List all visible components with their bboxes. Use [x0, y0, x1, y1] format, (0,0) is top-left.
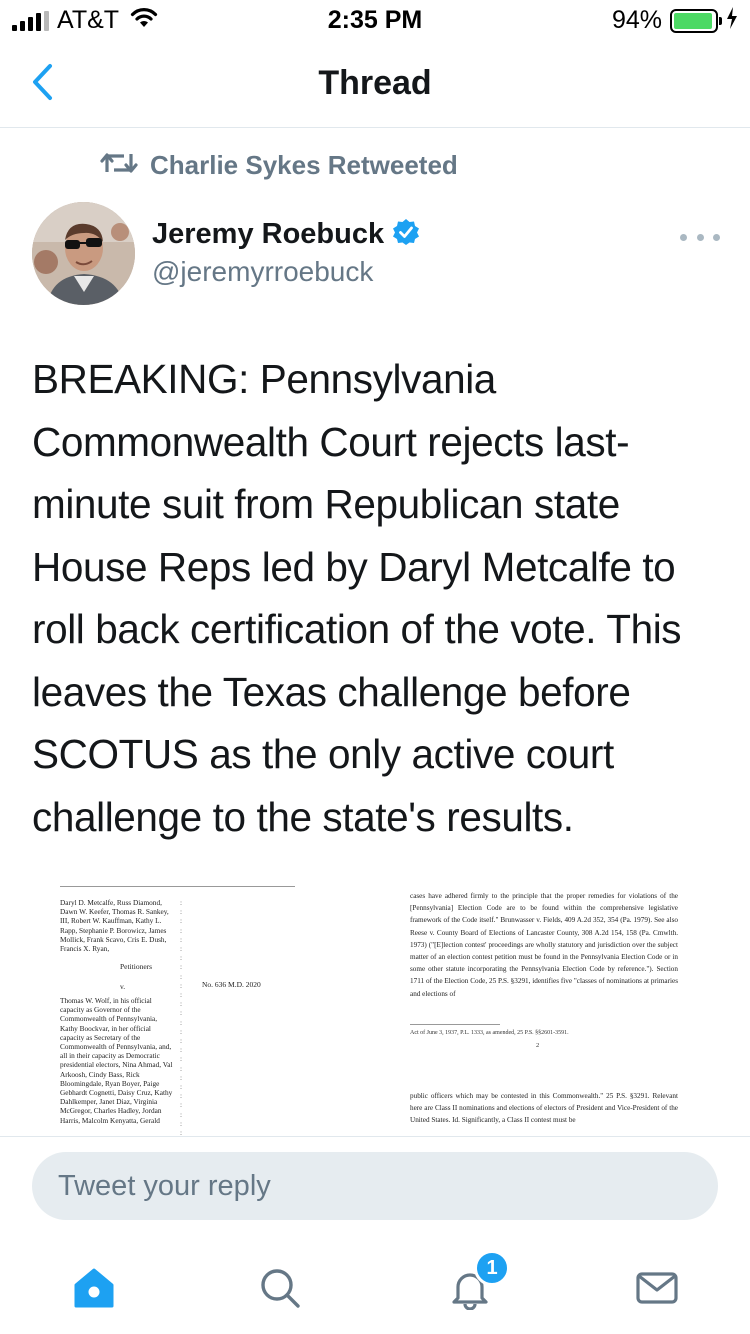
doc-case-number: No. 636 M.D. 2020 [202, 980, 261, 989]
retweet-icon [100, 150, 138, 181]
battery-percent: 94% [611, 6, 662, 34]
avatar[interactable] [32, 202, 135, 305]
status-bar: AT&T 2:35 PM 94% [0, 0, 750, 40]
doc-rule [60, 886, 295, 887]
status-right: 94% [612, 6, 738, 35]
page-title: Thread [318, 64, 432, 102]
notifications-badge: 1 [474, 1250, 510, 1286]
tab-messages[interactable] [627, 1260, 687, 1320]
document-page-right: cases have adhered firmly to the princip… [410, 866, 678, 1136]
charging-icon [726, 7, 738, 34]
dot [696, 233, 704, 241]
doc-versus: v. [120, 982, 126, 991]
retweeted-by-label: Charlie Sykes Retweeted [150, 150, 458, 180]
doc-petitioners: Daryl D. Metcalfe, Russ Diamond, Dawn W.… [60, 898, 169, 954]
doc-footnote: Act of June 3, 1937, P.L. 1333, as amend… [410, 1030, 569, 1036]
retweet-context[interactable]: Charlie Sykes Retweeted [100, 150, 458, 181]
tab-bar [0, 1236, 750, 1334]
tab-home[interactable] [64, 1260, 124, 1320]
doc-page-number: 2 [536, 1042, 540, 1049]
doc-respondents: Thomas W. Wolf, in his official capacity… [60, 996, 173, 1125]
document-page-left: Daryl D. Metcalfe, Russ Diamond, Dawn W.… [60, 866, 360, 1136]
doc-footnote-rule [410, 1024, 500, 1025]
doc-paragraph: public officers which may be contested i… [410, 1092, 678, 1125]
messages-icon [635, 1266, 679, 1315]
author-name[interactable]: Jeremy Roebuck [152, 218, 420, 251]
search-icon [258, 1266, 302, 1315]
more-options-button[interactable] [680, 230, 720, 244]
dot [713, 233, 720, 241]
reply-placeholder: Tweet your reply [58, 1170, 271, 1202]
divider [0, 1136, 750, 1137]
tweet-media-image[interactable]: Daryl D. Metcalfe, Russ Diamond, Dawn W.… [32, 866, 718, 1136]
home-icon [72, 1266, 116, 1315]
battery-icon [670, 8, 722, 33]
doc-paragraph: cases have adhered firmly to the princip… [410, 892, 678, 998]
reply-input[interactable]: Tweet your reply [32, 1152, 718, 1220]
doc-colons: : : : : : : : : : : : : : : : : : : : : … [180, 898, 183, 1136]
verified-badge-icon [392, 218, 420, 251]
doc-petitioners-label: Petitioners [120, 962, 153, 971]
dot [680, 233, 687, 241]
nav-bar: Thread [0, 40, 750, 128]
tweet-text: BREAKING: Pennsylvania Commonwealth Cour… [32, 356, 682, 840]
tab-search[interactable] [250, 1260, 310, 1320]
author-handle[interactable]: @jeremyrroebuck [152, 256, 373, 288]
battery-fill [674, 12, 712, 29]
author-display-name: Jeremy Roebuck [152, 218, 385, 250]
